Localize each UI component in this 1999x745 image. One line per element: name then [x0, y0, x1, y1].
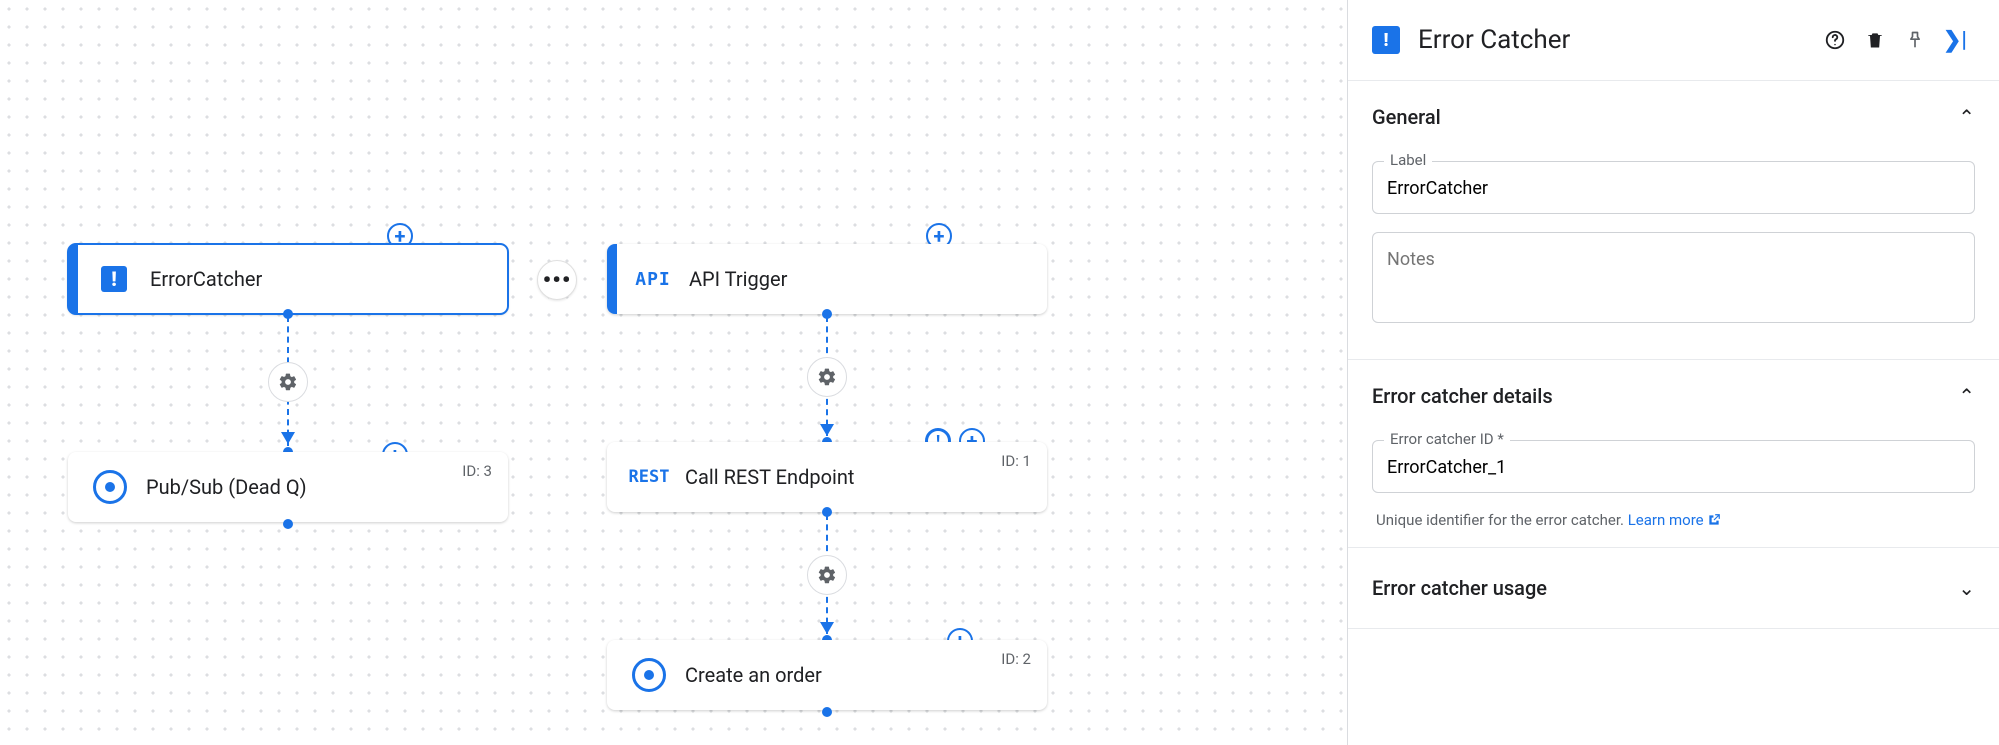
section-usage: Error catcher usage ⌄	[1348, 548, 1999, 629]
node-rest[interactable]: REST Call REST Endpoint ID: 1	[607, 442, 1047, 512]
help-icon[interactable]	[1815, 20, 1855, 60]
section-title: General	[1372, 105, 1441, 129]
connector-dot	[283, 519, 293, 529]
connector-dot	[822, 707, 832, 717]
chevron-up-icon: ⌃	[1958, 105, 1975, 129]
edge-settings-button[interactable]	[268, 362, 308, 402]
node-accent	[68, 244, 78, 314]
delete-icon[interactable]	[1855, 20, 1895, 60]
notes-field	[1372, 232, 1975, 323]
edge-settings-button[interactable]	[807, 555, 847, 595]
node-api-trigger[interactable]: API API Trigger	[607, 244, 1047, 314]
error-icon: !	[92, 257, 136, 301]
panel-title: Error Catcher	[1418, 25, 1815, 55]
rest-icon: REST	[627, 455, 671, 499]
error-catcher-id-field: Error catcher ID *	[1372, 440, 1975, 493]
error-catcher-id-input[interactable]	[1387, 457, 1960, 478]
collapse-panel-icon[interactable]: ❯|	[1935, 20, 1975, 60]
chevron-down-icon: ⌄	[1958, 576, 1975, 600]
node-create-order[interactable]: Create an order ID: 2	[607, 640, 1047, 710]
node-label: Pub/Sub (Dead Q)	[146, 475, 490, 499]
notes-input[interactable]	[1387, 249, 1960, 303]
section-general: General ⌃ Label	[1348, 81, 1999, 360]
section-header-details[interactable]: Error catcher details ⌃	[1372, 378, 1975, 422]
node-label: API Trigger	[689, 267, 1029, 291]
helper-text: Unique identifier for the error catcher.…	[1376, 511, 1971, 529]
node-more-button[interactable]: •••	[537, 260, 577, 300]
details-panel: ! Error Catcher ❯| General ⌃ Label	[1347, 0, 1999, 745]
node-id: ID: 3	[462, 462, 492, 480]
label-field: Label	[1372, 161, 1975, 214]
pubsub-icon	[88, 465, 132, 509]
section-header-general[interactable]: General ⌃	[1372, 99, 1975, 143]
field-label: Label	[1384, 151, 1432, 169]
pin-icon[interactable]	[1895, 20, 1935, 60]
connector-arrow	[820, 424, 834, 436]
field-label: Error catcher ID *	[1384, 430, 1510, 448]
edge-settings-button[interactable]	[807, 357, 847, 397]
canvas[interactable]: + ! ErrorCatcher ••• + Pub/Sub (Dead Q) …	[0, 0, 1347, 745]
learn-more-link[interactable]: Learn more	[1628, 511, 1722, 529]
connector-icon	[627, 653, 671, 697]
node-id: ID: 2	[1001, 650, 1031, 668]
chevron-up-icon: ⌃	[1958, 384, 1975, 408]
connector-arrow	[281, 432, 295, 444]
node-label: Create an order	[685, 663, 1029, 687]
node-accent	[607, 244, 617, 314]
section-details: Error catcher details ⌃ Error catcher ID…	[1348, 360, 1999, 548]
section-title: Error catcher details	[1372, 384, 1553, 408]
error-icon: !	[1372, 26, 1400, 54]
api-icon: API	[631, 257, 675, 301]
panel-header: ! Error Catcher ❯|	[1348, 0, 1999, 81]
label-input[interactable]	[1387, 178, 1960, 199]
node-label: Call REST Endpoint	[685, 465, 1029, 489]
node-error-catcher[interactable]: ! ErrorCatcher	[68, 244, 508, 314]
connector-arrow	[820, 622, 834, 634]
node-id: ID: 1	[1001, 452, 1031, 470]
node-label: ErrorCatcher	[150, 267, 490, 291]
section-title: Error catcher usage	[1372, 576, 1547, 600]
node-pubsub[interactable]: Pub/Sub (Dead Q) ID: 3	[68, 452, 508, 522]
section-header-usage[interactable]: Error catcher usage ⌄	[1372, 566, 1975, 610]
